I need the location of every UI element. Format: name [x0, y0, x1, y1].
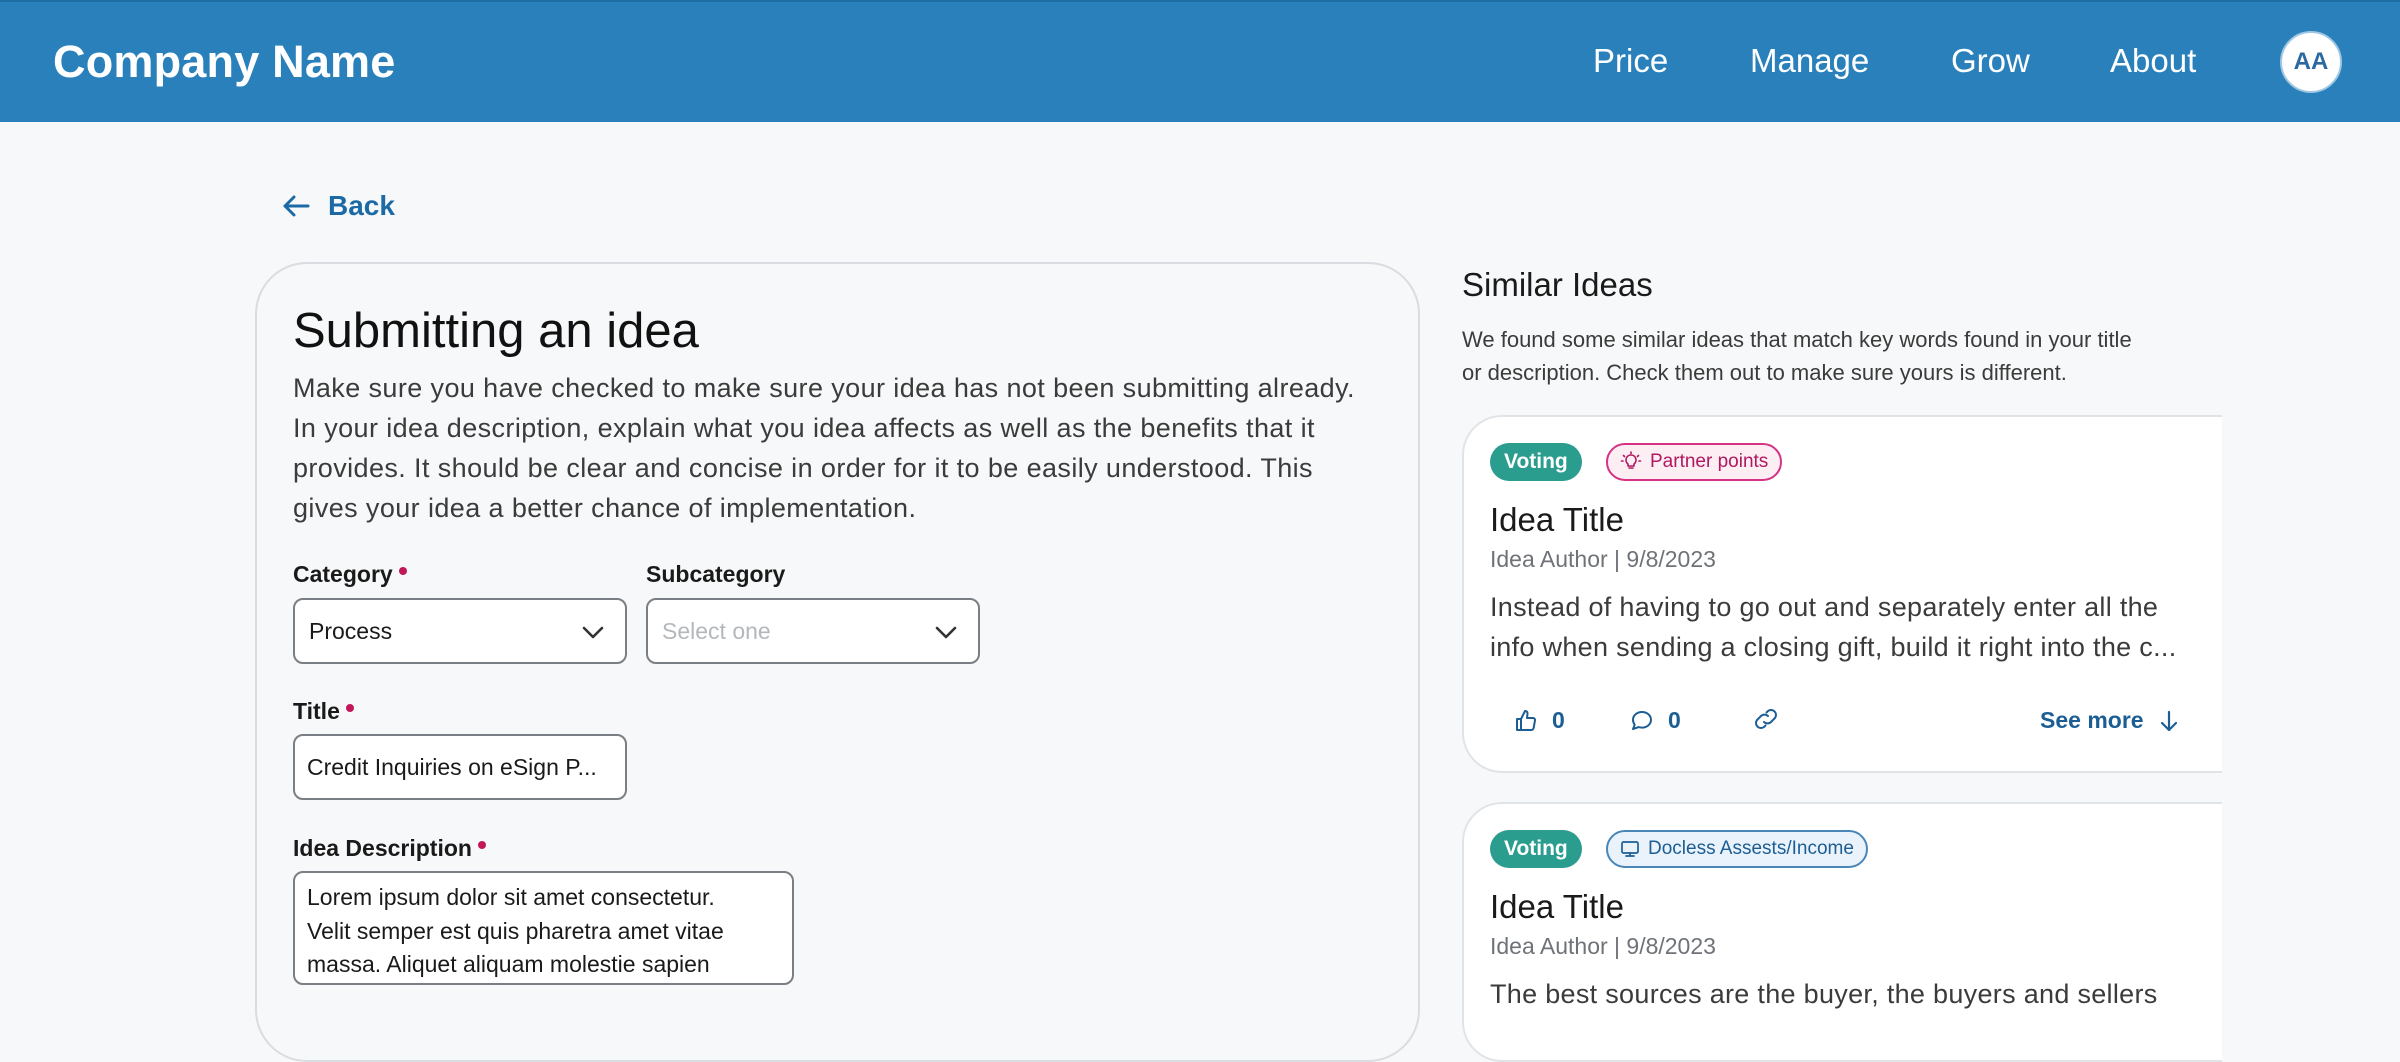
- category-select[interactable]: Process: [293, 598, 627, 664]
- tag-label: Partner points: [1650, 451, 1769, 472]
- arrow-left-icon: [283, 195, 310, 217]
- idea-title[interactable]: Idea Title: [1490, 888, 1624, 926]
- back-link[interactable]: Back: [282, 190, 395, 222]
- nav-about[interactable]: About: [2110, 42, 2196, 80]
- idea-summary-line: info when sending a closing gift, build …: [1490, 632, 2177, 662]
- back-label: Back: [328, 190, 395, 221]
- title-label-text: Title: [293, 698, 340, 724]
- comment-count: 0: [1668, 707, 1681, 733]
- lightbulb-icon: [1620, 451, 1642, 469]
- similar-ideas-heading: Similar Ideas: [1462, 266, 1653, 303]
- similar-ideas-description: We found some similar ideas that match k…: [1462, 323, 2202, 389]
- idea-description-textarea[interactable]: Lorem ipsum dolor sit amet consectetur. …: [293, 871, 794, 985]
- textarea-line: Lorem ipsum dolor sit amet consectetur.: [307, 884, 715, 910]
- nav-manage[interactable]: Manage: [1750, 42, 1869, 80]
- thumbs-up-icon: [1516, 709, 1536, 731]
- avatar[interactable]: AA: [2280, 31, 2342, 93]
- page-title: Submitting an idea: [293, 304, 699, 358]
- company-logo-text[interactable]: Company Name: [53, 36, 396, 88]
- similar-idea-card[interactable]: Voting Docless Assests/Income Idea Title…: [1462, 802, 2222, 1062]
- link-icon: [1755, 709, 1777, 729]
- nav-grow[interactable]: Grow: [1951, 42, 2030, 80]
- comment-button[interactable]: 0: [1630, 707, 1681, 734]
- idea-summary: The best sources are the buyer, the buye…: [1490, 974, 2200, 1014]
- instruction-line: Make sure you have checked to make sure …: [293, 373, 1355, 403]
- idea-description-label-text: Idea Description: [293, 835, 472, 861]
- nav-price[interactable]: Price: [1593, 42, 1668, 80]
- idea-actions: 0 0 See more: [1490, 707, 2190, 747]
- like-count: 0: [1552, 707, 1565, 733]
- form-instructions: Make sure you have checked to make sure …: [293, 368, 1383, 528]
- subcategory-select[interactable]: Select one: [646, 598, 980, 664]
- tag-label: Docless Assests/Income: [1648, 838, 1854, 859]
- required-indicator: [345, 703, 354, 712]
- title-input[interactable]: Credit Inquiries on eSign P...: [293, 734, 627, 800]
- instruction-line: In your idea description, explain what y…: [293, 413, 1315, 443]
- status-badge: Voting: [1490, 830, 1582, 868]
- copy-link-button[interactable]: [1752, 707, 1780, 731]
- required-indicator: [477, 840, 486, 849]
- comment-icon: [1632, 710, 1652, 730]
- category-tag: Docless Assests/Income: [1606, 830, 1868, 868]
- like-button[interactable]: 0: [1514, 707, 1565, 734]
- status-badge: Voting: [1490, 443, 1582, 481]
- similar-desc-line: We found some similar ideas that match k…: [1462, 327, 2132, 352]
- idea-meta: Idea Author | 9/8/2023: [1490, 933, 1716, 959]
- required-indicator: [398, 566, 407, 575]
- category-label-text: Category: [293, 561, 393, 587]
- title-label: Title: [293, 698, 354, 725]
- see-more-label: See more: [2040, 707, 2144, 733]
- monitor-icon: [1621, 841, 1639, 857]
- idea-summary-line: Instead of having to go out and separate…: [1490, 592, 2159, 622]
- idea-title[interactable]: Idea Title: [1490, 501, 1624, 539]
- subcategory-placeholder: Select one: [662, 617, 771, 644]
- subcategory-label-text: Subcategory: [646, 561, 786, 587]
- textarea-line: massa. Aliquet aliquam molestie sapien: [307, 951, 710, 977]
- idea-summary: Instead of having to go out and separate…: [1490, 587, 2200, 667]
- similar-desc-line: or description. Check them out to make s…: [1462, 360, 2067, 385]
- arrow-down-icon: [2160, 710, 2177, 731]
- instruction-line: gives your idea a better chance of imple…: [293, 493, 917, 523]
- instruction-line: provides. It should be clear and concise…: [293, 453, 1313, 483]
- textarea-line: Velit semper est quis pharetra amet vita…: [307, 917, 724, 944]
- idea-description-label: Idea Description: [293, 835, 486, 862]
- top-navigation-bar: Company Name Price Manage Grow About AA: [0, 0, 2400, 122]
- chevron-down-icon: [582, 626, 604, 639]
- subcategory-label: Subcategory: [646, 561, 785, 588]
- see-more-button[interactable]: See more: [2040, 707, 2180, 734]
- similar-idea-card[interactable]: Voting Partner points Idea Title Idea Au…: [1462, 415, 2222, 773]
- idea-summary-line: The best sources are the buyer, the buye…: [1490, 979, 2158, 1009]
- chevron-down-icon: [935, 626, 957, 639]
- idea-meta: Idea Author | 9/8/2023: [1490, 546, 1716, 572]
- category-tag: Partner points: [1606, 443, 1783, 481]
- category-label: Category: [293, 561, 407, 588]
- category-value: Process: [309, 617, 393, 644]
